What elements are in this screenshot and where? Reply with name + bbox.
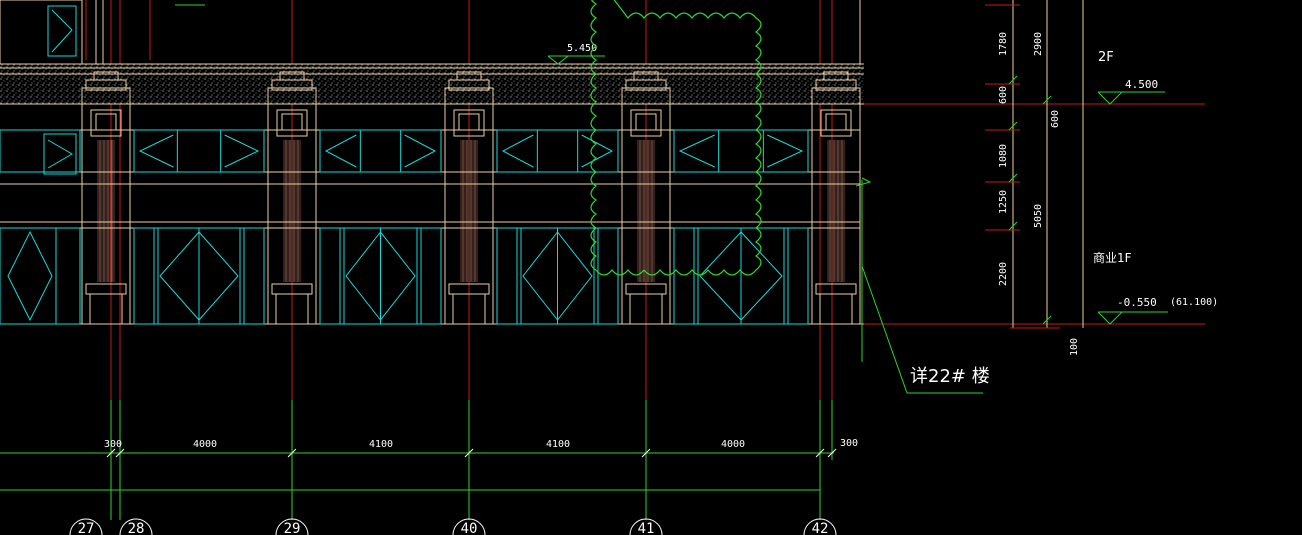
upper-window xyxy=(133,129,265,173)
dim-h4000b: 4000 xyxy=(721,439,745,450)
upper-window xyxy=(496,129,619,173)
elev-label-neg0550: -0.550 xyxy=(1117,296,1157,309)
dim-1780: 1780 xyxy=(998,32,1009,56)
storefront-window xyxy=(319,227,442,325)
horizontal-dim-labels: 300 4000 4100 4100 4000 300 xyxy=(104,438,858,450)
left-partial-window xyxy=(0,129,81,325)
detail-note-text: 详22# 楼 xyxy=(910,366,990,387)
grid-bubble: 29 xyxy=(275,518,309,535)
grid-bubble-label: 27 xyxy=(78,521,95,535)
vertical-dim-labels: 1780 2900 600 600 1080 1250 5050 2200 10… xyxy=(998,32,1080,356)
dim-600b: 600 xyxy=(1050,110,1061,128)
dim-h300b: 300 xyxy=(840,438,858,449)
ground-floor-facade xyxy=(0,71,864,325)
dim-2900: 2900 xyxy=(1033,32,1044,56)
dim-h4100b: 4100 xyxy=(546,439,570,450)
dim-1250: 1250 xyxy=(998,190,1009,214)
horizontal-dimensions xyxy=(0,400,837,520)
dim-5050: 5050 xyxy=(1033,204,1044,228)
grid-bubble: 40 xyxy=(452,518,486,535)
level-markers: 2F 4.500 商业1F -0.550 (61.100) xyxy=(1093,50,1218,325)
grid-bubbles: 27 28 29 40 41 42 xyxy=(69,518,837,535)
dim-1080: 1080 xyxy=(998,144,1009,168)
cad-elevation-drawing: 5.450 1780 2900 600 600 1080 1250 5050 2… xyxy=(0,0,1218,535)
grid-bubble-label: 29 xyxy=(284,521,301,535)
grid-bubble-label: 40 xyxy=(461,521,478,535)
elev-label-4500: 4.500 xyxy=(1125,78,1158,91)
dim-h300a: 300 xyxy=(104,439,122,450)
detail-note: 详22# 楼 xyxy=(855,177,990,394)
axis-lines xyxy=(0,0,1205,400)
dim-2200: 2200 xyxy=(998,262,1009,286)
dim-600a: 600 xyxy=(998,86,1009,104)
upper-floor-fragment xyxy=(0,0,861,65)
upper-window xyxy=(319,129,442,173)
storefront-window xyxy=(133,227,265,325)
dim-h4000: 4000 xyxy=(193,439,217,450)
pillar xyxy=(811,71,861,325)
grid-bubble: 41 xyxy=(629,518,663,535)
storefront-window xyxy=(496,227,619,325)
upper-window xyxy=(673,129,809,173)
pillar xyxy=(81,71,131,325)
storefront-window xyxy=(673,227,809,325)
grid-bubble: 42 xyxy=(803,518,837,535)
grid-bubble: 27 xyxy=(69,518,103,535)
grid-bubble-label: 42 xyxy=(812,521,829,535)
floor-2f-label: 2F xyxy=(1098,50,1114,65)
dim-100: 100 xyxy=(1069,338,1080,356)
floor-1f-label: 商业1F xyxy=(1093,250,1132,265)
revision-cloud xyxy=(590,0,762,276)
grid-bubble-label: 28 xyxy=(128,521,145,535)
elev-label-abs: (61.100) xyxy=(1170,297,1218,308)
grid-bubble: 28 xyxy=(119,518,153,535)
grid-bubble-label: 41 xyxy=(638,521,655,535)
dim-h4100a: 4100 xyxy=(369,439,393,450)
